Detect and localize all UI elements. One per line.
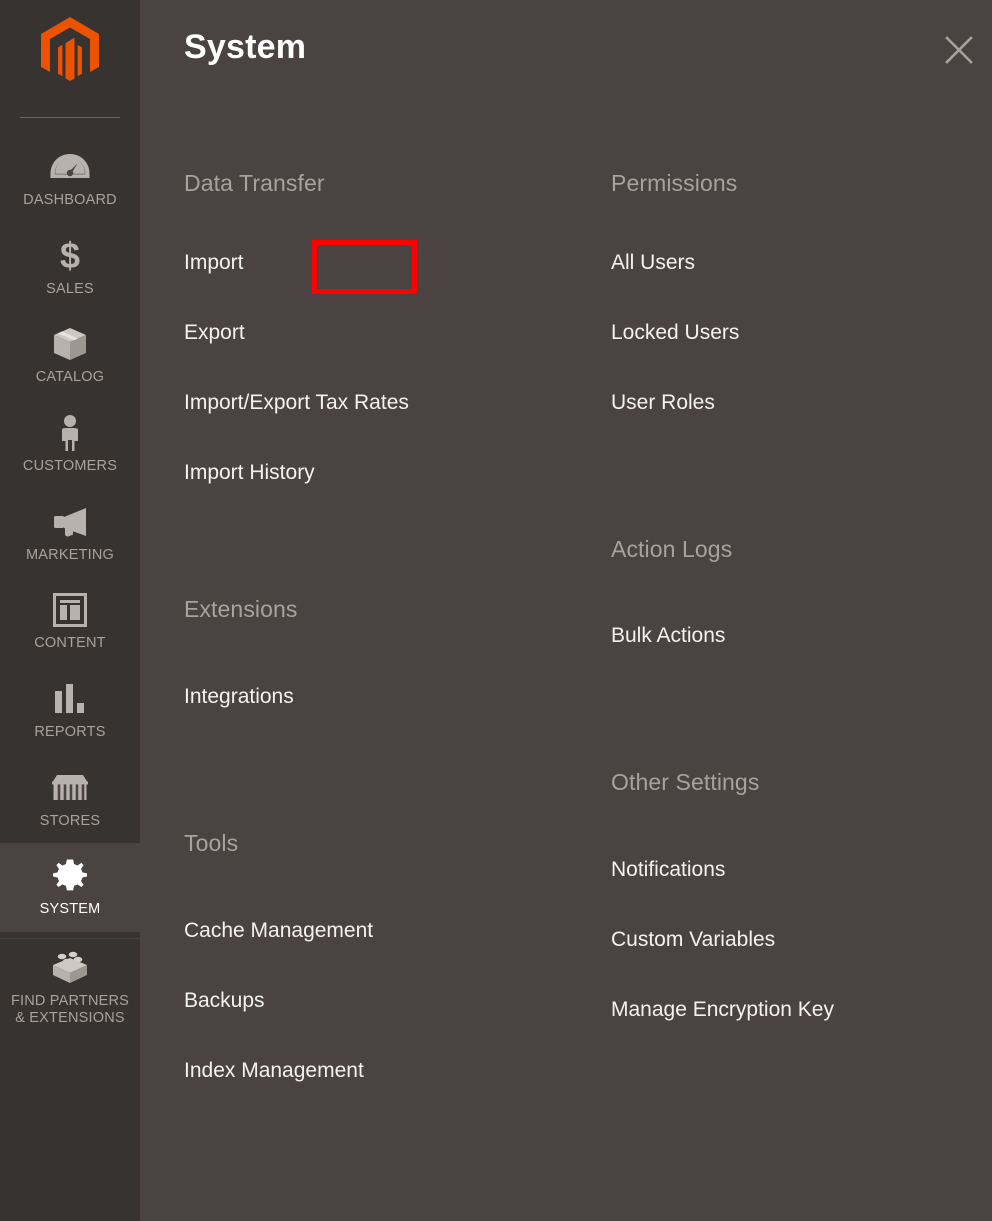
close-x-icon: [945, 36, 973, 64]
sidebar-item-catalog[interactable]: CATALOG: [0, 311, 140, 400]
menu-item-index-management[interactable]: Index Management: [184, 1060, 364, 1081]
menu-item-export[interactable]: Export: [184, 322, 245, 343]
group-title-extensions: Extensions: [184, 596, 298, 622]
admin-sidebar: DASHBOARD $ SALES CATALOG CUSTOMERS MARK…: [0, 0, 140, 1221]
sidebar-item-label: MARKETING: [26, 546, 114, 563]
group-title-other-settings: Other Settings: [611, 769, 760, 795]
sidebar-item-label: DASHBOARD: [23, 192, 117, 208]
gear-icon: [52, 857, 88, 895]
sidebar-item-stores[interactable]: STORES: [0, 755, 140, 844]
dollar-sign-icon: $: [56, 237, 84, 275]
menu-item-all-users[interactable]: All Users: [611, 252, 695, 273]
group-title-tools: Tools: [184, 830, 239, 856]
menu-item-import[interactable]: Import: [184, 252, 244, 273]
menu-column-left: Data Transfer Import Export Import/Expor…: [184, 120, 611, 1081]
bar-chart-icon: [53, 680, 87, 718]
menu-item-notifications[interactable]: Notifications: [611, 859, 725, 880]
group-title-data-transfer: Data Transfer: [184, 170, 325, 196]
magento-admin-system-menu: DASHBOARD $ SALES CATALOG CUSTOMERS MARK…: [0, 0, 992, 1221]
menu-columns: Data Transfer Import Export Import/Expor…: [140, 120, 992, 1081]
sidebar-item-marketing[interactable]: MARKETING: [0, 489, 140, 578]
sidebar-divider: [20, 117, 120, 118]
menu-item-cache-management[interactable]: Cache Management: [184, 920, 373, 941]
menu-item-custom-variables[interactable]: Custom Variables: [611, 929, 775, 950]
menu-item-manage-encryption-key[interactable]: Manage Encryption Key: [611, 999, 834, 1020]
sidebar-item-system[interactable]: SYSTEM: [0, 843, 140, 933]
sidebar-item-label: STORES: [39, 812, 101, 829]
sidebar-item-label: SYSTEM: [39, 901, 101, 918]
sidebar-item-customers[interactable]: CUSTOMERS: [0, 400, 140, 489]
menu-item-backups[interactable]: Backups: [184, 990, 265, 1011]
layout-window-icon: [53, 591, 87, 629]
sidebar-item-label-line1: FIND PARTNERS: [10, 993, 130, 1010]
sidebar-item-label: SALES: [46, 280, 94, 297]
megaphone-icon: [50, 503, 90, 541]
sidebar-item-sales[interactable]: $ SALES: [0, 223, 140, 312]
menu-item-locked-users[interactable]: Locked Users: [611, 322, 739, 343]
sidebar-item-label: CATALOG: [35, 369, 105, 386]
lego-brick-icon: [49, 949, 91, 987]
menu-item-bulk-actions[interactable]: Bulk Actions: [611, 625, 725, 646]
page-title: System: [184, 28, 307, 66]
person-icon: [56, 414, 84, 452]
sidebar-item-label: CONTENT: [34, 635, 106, 652]
sidebar-item-label: REPORTS: [34, 724, 106, 741]
system-menu-panel: System Data Transfer Import Export Impor…: [140, 0, 992, 1221]
svg-text:$: $: [60, 237, 80, 275]
menu-item-integrations[interactable]: Integrations: [184, 686, 294, 707]
magento-logo-icon: [41, 17, 99, 81]
menu-item-import-export-tax-rates[interactable]: Import/Export Tax Rates: [184, 392, 409, 413]
sidebar-item-content[interactable]: CONTENT: [0, 577, 140, 666]
storefront-icon: [50, 769, 90, 807]
panel-header: System: [140, 0, 992, 120]
close-icon[interactable]: [937, 28, 981, 72]
sidebar-item-label-line2: & EXTENSIONS: [15, 1009, 125, 1026]
box-icon: [52, 325, 88, 363]
dashboard-gauge-icon: [50, 148, 90, 186]
magento-logo[interactable]: [0, 0, 140, 100]
sidebar-item-dashboard[interactable]: DASHBOARD: [0, 134, 140, 223]
sidebar-item-find-partners-extensions[interactable]: FIND PARTNERS & EXTENSIONS: [0, 938, 140, 1040]
menu-column-right: Permissions All Users Locked Users User …: [611, 120, 989, 1081]
menu-item-user-roles[interactable]: User Roles: [611, 392, 715, 413]
menu-item-import-history[interactable]: Import History: [184, 462, 315, 483]
group-title-action-logs: Action Logs: [611, 536, 733, 562]
sidebar-item-label: CUSTOMERS: [22, 458, 118, 475]
group-title-permissions: Permissions: [611, 170, 738, 196]
sidebar-nav: DASHBOARD $ SALES CATALOG CUSTOMERS MARK…: [0, 134, 140, 1040]
sidebar-item-reports[interactable]: REPORTS: [0, 666, 140, 755]
